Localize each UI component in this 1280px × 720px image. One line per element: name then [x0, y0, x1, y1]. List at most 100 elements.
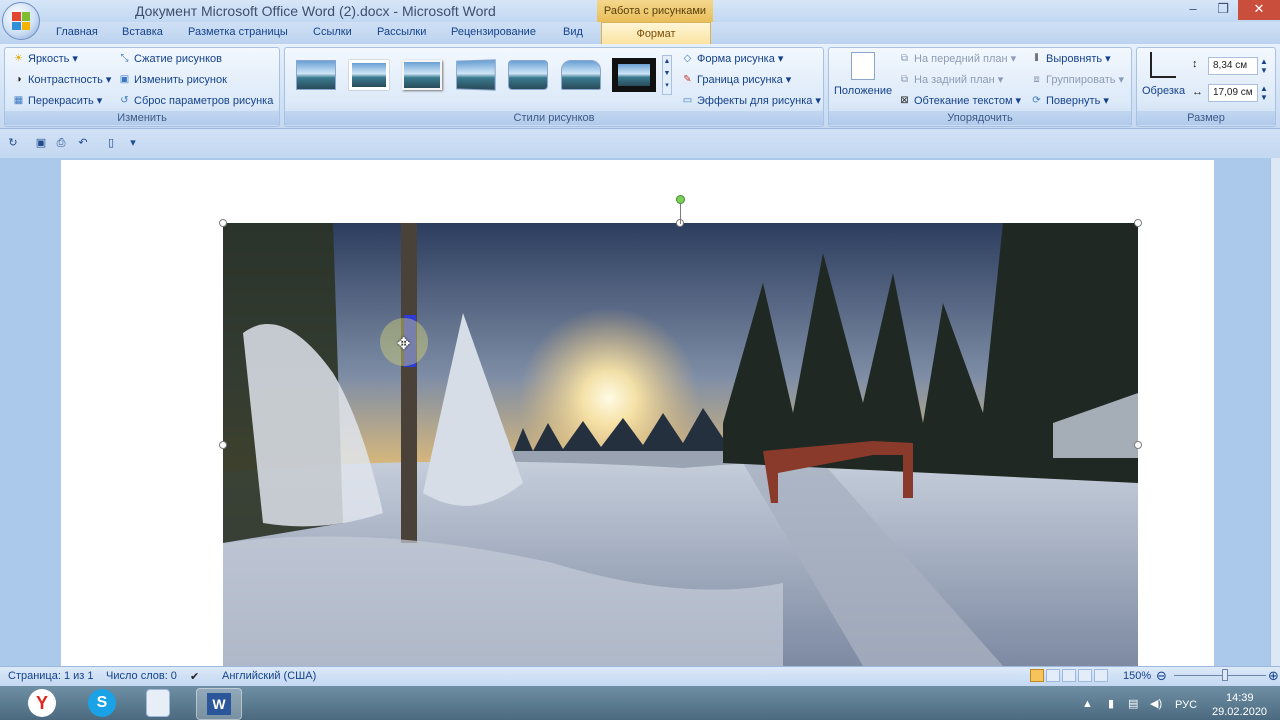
resize-handle[interactable] — [1134, 441, 1142, 449]
style-thumbnail[interactable] — [349, 60, 389, 90]
page-count[interactable]: Страница: 1 из 1 — [8, 670, 94, 682]
tab-view[interactable]: Вид — [563, 26, 583, 38]
network-icon[interactable]: ▤ — [1128, 697, 1138, 710]
position-button[interactable]: Положение — [834, 85, 892, 97]
chevron-down-icon: ▾ — [96, 95, 103, 107]
style-thumbnail[interactable] — [456, 59, 496, 91]
group-size-label: Размер — [1137, 111, 1275, 125]
group-styles-label: Стили рисунков — [285, 111, 823, 125]
calculator-icon[interactable] — [146, 689, 170, 717]
language-indicator[interactable]: Английский (США) — [222, 670, 316, 682]
draft-icon[interactable] — [1094, 669, 1108, 682]
close-button[interactable]: ✕ — [1238, 0, 1280, 20]
position-icon[interactable] — [851, 52, 875, 80]
wrap-text-button[interactable]: ⊠ Обтекание текстом ▾ — [898, 94, 1021, 108]
change-picture-button[interactable]: ▣ Изменить рисунок — [118, 73, 227, 86]
skype-icon[interactable]: S — [88, 689, 116, 717]
winter-landscape-photo — [223, 223, 1138, 666]
yandex-browser-icon[interactable]: Y — [28, 689, 56, 717]
styles-scroll[interactable]: ▲ ▼ ▾ — [662, 55, 672, 95]
word-taskbar-button[interactable]: W — [196, 688, 242, 720]
rotate-handle[interactable] — [676, 195, 685, 204]
chevron-down-icon: ▾ — [1010, 53, 1017, 65]
brightness-button[interactable]: ☀ Яркость ▾ — [12, 52, 78, 66]
picture-effects-button[interactable]: ▭ Эффекты для рисунка ▾ — [681, 94, 821, 108]
resize-handle[interactable] — [219, 441, 227, 449]
recolor-button[interactable]: ▦ Перекрасить ▾ — [12, 94, 103, 108]
word-count[interactable]: Число слов: 0 — [106, 670, 177, 682]
height-spinner[interactable]: ▲ ▼ — [1260, 57, 1268, 75]
height-icon: ↕ — [1192, 58, 1198, 70]
tab-review[interactable]: Рецензирование — [451, 26, 536, 38]
restore-button[interactable]: ❐ — [1208, 0, 1238, 20]
view-buttons[interactable] — [1030, 669, 1120, 683]
style-thumbnail[interactable] — [561, 60, 601, 90]
shape-icon: ◇ — [683, 53, 692, 64]
print-layout-icon[interactable] — [1030, 669, 1044, 682]
undo-icon[interactable]: ↶ — [76, 136, 90, 150]
contrast-button[interactable]: ◑ Контрастность ▾ — [12, 73, 111, 87]
window-title: Документ Microsoft Office Word (2).docx … — [135, 3, 496, 19]
office-logo-icon — [12, 12, 30, 30]
print-icon[interactable]: ⎙ — [54, 136, 68, 150]
battery-icon[interactable]: ▮ — [1108, 697, 1114, 710]
zoom-level[interactable]: 150% — [1123, 670, 1151, 682]
style-thumbnail[interactable] — [402, 60, 442, 90]
resize-handle[interactable] — [219, 219, 227, 227]
spellcheck-icon[interactable]: ✔ — [190, 670, 199, 683]
crop-button[interactable]: Обрезка — [1142, 85, 1185, 97]
picture-shape-button[interactable]: ◇ Форма рисунка ▾ — [681, 52, 784, 66]
volume-icon[interactable]: ◀) — [1150, 697, 1162, 710]
selected-picture[interactable] — [223, 223, 1138, 666]
style-thumbnail[interactable] — [296, 60, 336, 90]
compress-icon: ⤡ — [120, 53, 129, 64]
width-field[interactable]: 17,09 см — [1208, 84, 1258, 102]
vertical-scrollbar[interactable] — [1270, 158, 1280, 666]
compress-pictures-button[interactable]: ⤡ Сжатие рисунков — [118, 52, 223, 65]
outline-icon[interactable] — [1078, 669, 1092, 682]
bring-to-front-button[interactable]: ⧉ На передний план ▾ — [898, 52, 1017, 66]
tab-page-layout[interactable]: Разметка страницы — [188, 26, 288, 38]
tab-home[interactable]: Главная — [56, 26, 98, 38]
full-screen-icon[interactable] — [1046, 669, 1060, 682]
customize-qat-icon[interactable]: ▾ — [126, 136, 140, 150]
resize-handle[interactable] — [1134, 219, 1142, 227]
zoom-slider[interactable] — [1174, 675, 1266, 676]
align-icon: ⫴ — [1034, 53, 1039, 64]
rotate-handle-line — [680, 204, 681, 224]
minimize-button[interactable]: – — [1178, 0, 1208, 20]
show-hidden-icons[interactable]: ▲ — [1082, 698, 1093, 710]
clock-time[interactable]: 14:39 — [1226, 692, 1254, 704]
reset-picture-button[interactable]: ↺ Сброс параметров рисунка — [118, 94, 273, 107]
zoom-slider-thumb[interactable] — [1222, 669, 1228, 681]
web-layout-icon[interactable] — [1062, 669, 1076, 682]
chevron-down-icon: ▾ — [785, 74, 792, 86]
office-button[interactable] — [2, 2, 40, 40]
send-to-back-button[interactable]: ⧉ На задний план ▾ — [898, 73, 1003, 87]
crop-icon[interactable] — [1150, 52, 1176, 78]
save-icon[interactable]: ▣ — [34, 136, 48, 150]
tab-insert[interactable]: Вставка — [122, 26, 163, 38]
style-thumbnail[interactable] — [612, 58, 656, 92]
change-picture-icon: ▣ — [119, 74, 130, 85]
width-spinner[interactable]: ▲ ▼ — [1260, 84, 1268, 102]
height-field[interactable]: 8,34 см — [1208, 57, 1258, 75]
chevron-down-icon: ▾ — [777, 53, 784, 65]
move-cursor-icon: ✥ — [397, 336, 411, 353]
group-button[interactable]: ⧈ Группировать ▾ — [1030, 73, 1124, 87]
refresh-icon[interactable]: ↻ — [6, 136, 20, 150]
tab-format[interactable]: Формат — [601, 22, 711, 44]
clock-date[interactable]: 29.02.2020 — [1212, 706, 1267, 718]
zoom-in-icon[interactable]: ⊕ — [1268, 668, 1279, 684]
input-language[interactable]: РУС — [1175, 699, 1197, 711]
tab-references[interactable]: Ссылки — [313, 26, 352, 38]
align-button[interactable]: ⫴ Выровнять ▾ — [1030, 52, 1110, 66]
picture-border-button[interactable]: ✎ Граница рисунка ▾ — [681, 73, 792, 87]
chevron-down-icon: ▾ — [1103, 95, 1109, 107]
contrast-icon: ◑ — [15, 74, 22, 85]
rotate-button[interactable]: ⟳ Повернуть ▾ — [1030, 94, 1109, 108]
zoom-out-icon[interactable]: ⊖ — [1156, 668, 1167, 684]
tab-mailings[interactable]: Рассылки — [377, 26, 426, 38]
style-thumbnail[interactable] — [508, 60, 548, 90]
new-document-icon[interactable]: ▯ — [104, 136, 118, 150]
